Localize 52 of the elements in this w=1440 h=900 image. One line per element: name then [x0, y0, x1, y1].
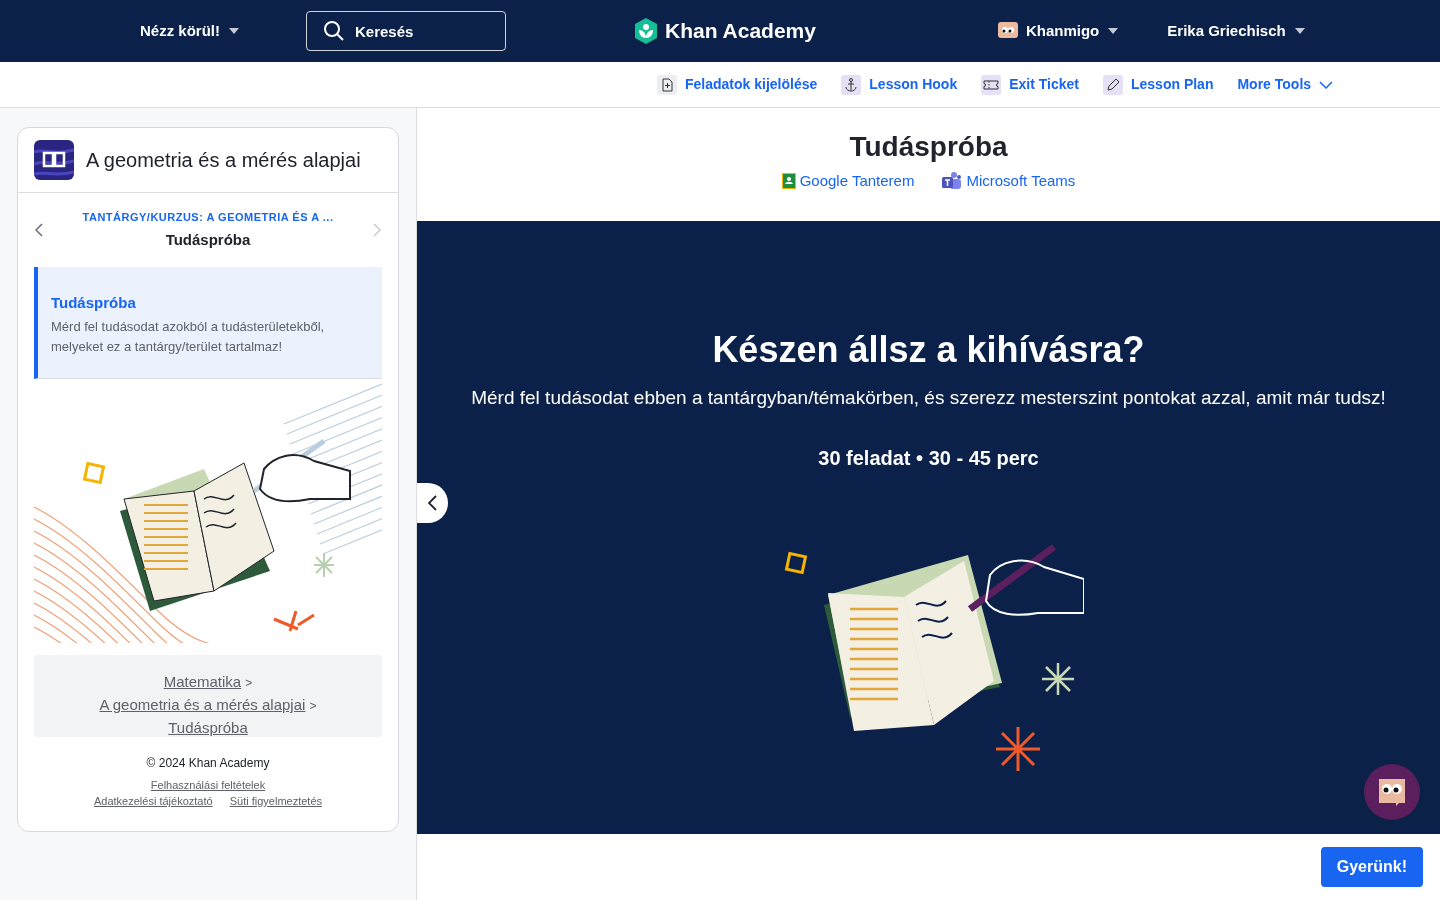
- logo-text: Khan Academy: [665, 18, 816, 45]
- toolbar-link[interactable]: Exit Ticket: [981, 74, 1079, 95]
- quiz-meta: 30 feladat • 30 - 45 perc: [818, 445, 1039, 471]
- chevron-left-icon[interactable]: [34, 223, 44, 237]
- footer-link[interactable]: Felhasználási feltételek: [150, 779, 266, 791]
- explore-menu[interactable]: Nézz körül!: [140, 19, 240, 43]
- chevron-down-icon: [1319, 80, 1334, 89]
- khanmigo-chat-button[interactable]: [1364, 764, 1420, 820]
- toolbar-link[interactable]: Lesson Plan: [1103, 74, 1214, 95]
- teams-icon: [942, 172, 963, 191]
- challenge-heading: Készen állsz a kihívásra?: [712, 328, 1145, 372]
- chevron-left-icon: [428, 495, 437, 511]
- course-title: A geometria és a mérés alapjai: [86, 148, 361, 173]
- file-icon: [657, 74, 677, 95]
- caret-icon: [1107, 27, 1120, 35]
- unit-link[interactable]: TANTÁRGY/KURZUS: A GEOMETRIA ÉS A ...: [82, 209, 334, 226]
- user-menu[interactable]: Erika Griechisch: [1167, 19, 1306, 43]
- start-button[interactable]: Gyerünk!: [1320, 847, 1423, 887]
- book-icon: [34, 140, 74, 180]
- caret-icon: [1293, 27, 1306, 35]
- lesson-item[interactable]: Tudáspróba Mérd fel tudásodat azokból a tudásterületekből, melyeket ez a tantárgy/terület tartalmaz!: [34, 267, 382, 379]
- search-icon: [323, 20, 345, 42]
- copyright: © 2024 Khan Academy: [145, 755, 271, 772]
- caret-icon: [228, 27, 240, 35]
- khanmigo-icon: [997, 22, 1018, 40]
- pencil-icon: [1103, 74, 1123, 95]
- breadcrumb-link[interactable]: Matematika: [163, 673, 242, 690]
- search-field[interactable]: Keresés: [306, 11, 506, 51]
- khanmigo-icon: [1376, 777, 1408, 807]
- anchor-icon: [841, 74, 862, 95]
- breadcrumb-separator: >: [245, 676, 253, 690]
- lesson-title: Tudáspróba: [51, 293, 137, 313]
- toolbar-link[interactable]: Feladatok kijelölése: [657, 74, 818, 95]
- challenge-description: Mérd fel tudásodat ebben a tantárgyban/témakörben, és szerezz mesterszint pontokat azzal, amit már tudsz!: [471, 386, 1386, 410]
- logo-icon: [633, 17, 659, 45]
- collapse-sidebar-button[interactable]: [417, 483, 448, 523]
- toolbar-link[interactable]: Lesson Hook: [841, 74, 958, 95]
- khanmigo-menu[interactable]: Khanmigo: [997, 19, 1120, 43]
- ticket-icon: [981, 74, 1002, 95]
- current-lesson: Tudáspróba: [165, 229, 251, 250]
- footer-link[interactable]: Süti figyelmeztetés: [229, 795, 322, 807]
- share-link[interactable]: Google Tanterem: [781, 170, 915, 193]
- page-title: Tudáspróba: [849, 130, 1008, 164]
- share-link[interactable]: Microsoft Teams: [942, 170, 1076, 193]
- footer-link[interactable]: Adatkezelési tájékoztató: [94, 795, 213, 807]
- breadcrumb-separator: >: [309, 699, 317, 713]
- classroom-icon: [781, 173, 796, 190]
- lesson-description: Mérd fel tudásodat azokból a tudásterületekből, melyeket ez a tantárgy/terület tartalmaz!: [51, 317, 326, 356]
- more-tools-menu[interactable]: More Tools: [1237, 74, 1334, 95]
- breadcrumb-link[interactable]: Tudáspróba: [168, 719, 248, 736]
- breadcrumb-link[interactable]: A geometria és a mérés alapjai: [99, 696, 306, 713]
- khan-academy-logo[interactable]: Khan Academy: [633, 15, 816, 47]
